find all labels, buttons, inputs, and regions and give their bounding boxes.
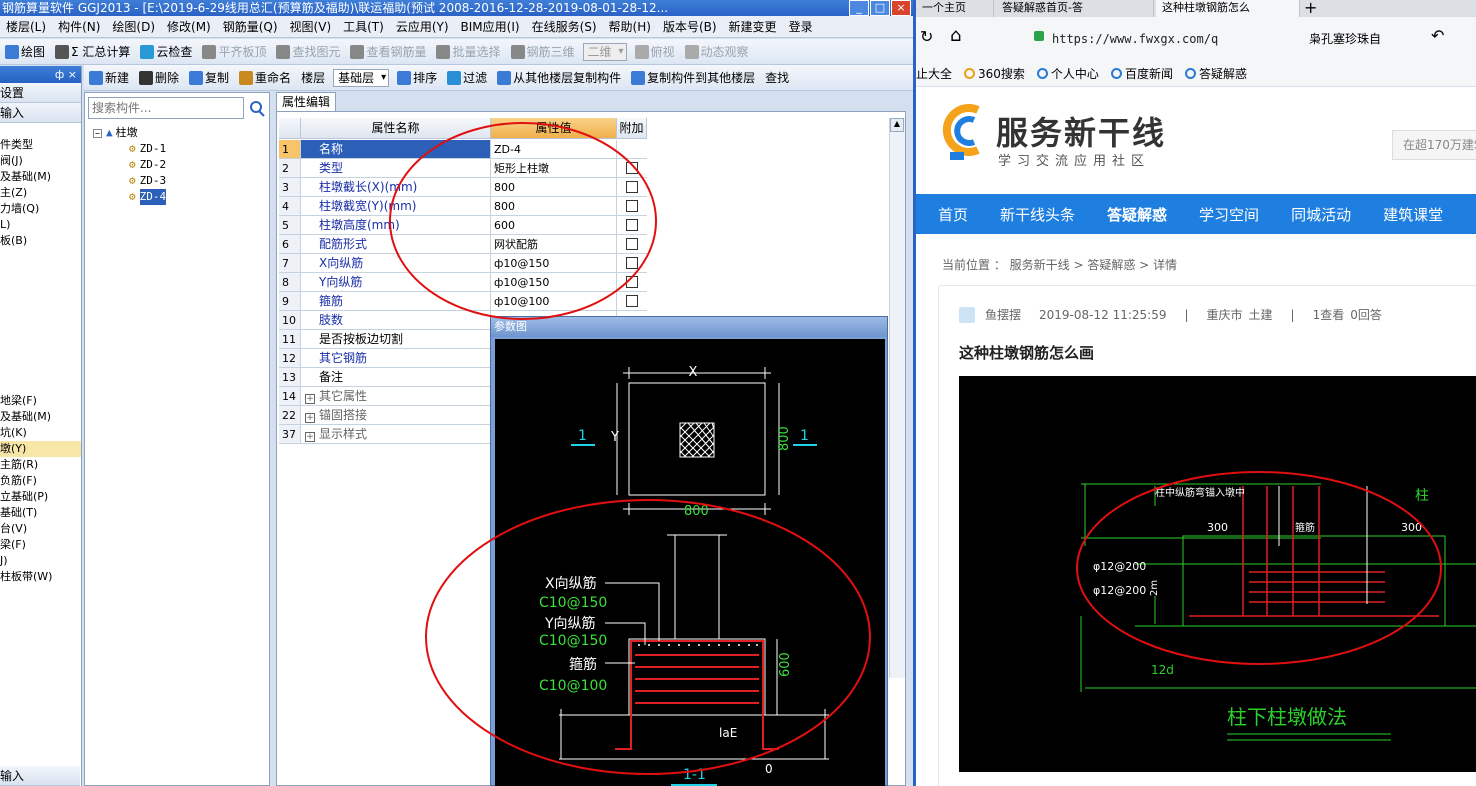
- bookmark-item[interactable]: 360搜索: [964, 65, 1025, 82]
- logo-subtitle: 学习交流应用社区: [998, 154, 1151, 169]
- site-nav: 首页 新干线头条 答疑解惑 学习空间 同城活动 建筑课堂: [916, 194, 1476, 234]
- tab-home[interactable]: 一个主页: [916, 0, 994, 17]
- address-bar: ↻ ⌂ https://www.fwxgx.com/q 枭孔塞珍珠自 ↶: [916, 17, 1476, 61]
- bookmark-label: 答疑解惑: [1198, 67, 1247, 81]
- lock-icon: [1034, 31, 1044, 41]
- cad-dim-300-left: 300: [1207, 521, 1228, 534]
- bookmark-icon: [1184, 68, 1196, 79]
- tab-qa-home[interactable]: 答疑解惑首页-答: [996, 0, 1154, 17]
- bookmark-icon: [1110, 68, 1122, 79]
- bookmark-item[interactable]: 答疑解惑: [1184, 65, 1247, 82]
- cad-12d-left: 12d: [1151, 663, 1174, 677]
- bookmark-label: 止大全: [916, 67, 953, 81]
- bookmarks-bar: 止大全 360搜索 个人中心 百度新闻 答疑解惑: [916, 61, 1476, 87]
- post-time: 2019-08-12 11:25:59: [1039, 307, 1167, 322]
- address-search-hint[interactable]: 枭孔塞珍珠自: [1309, 30, 1381, 47]
- nav-item[interactable]: 建筑课堂: [1383, 204, 1443, 225]
- bookmark-item[interactable]: 百度新闻: [1110, 65, 1173, 82]
- view-count: 1查看: [1312, 308, 1345, 322]
- question-title: 这种柱墩钢筋怎么画: [959, 344, 1095, 362]
- cad-mid-label: 箍筋: [1295, 521, 1315, 534]
- author-name[interactable]: 鱼摆摆: [985, 306, 1021, 323]
- question-card: 鱼摆摆 2019-08-12 11:25:59 | 重庆市 土建 | 1查看 0…: [938, 285, 1476, 786]
- question-meta: 鱼摆摆 2019-08-12 11:25:59 | 重庆市 土建 | 1查看 0…: [959, 306, 1382, 323]
- refresh-icon[interactable]: ↻: [920, 27, 933, 46]
- bookmark-label: 个人中心: [1050, 67, 1099, 81]
- nav-item[interactable]: 首页: [938, 204, 968, 225]
- annotation-overlay: [389, 122, 871, 775]
- cad-drawing: 柱中纵筋弯锚入墩中 柱 300 300 箍筋 φ12@200 φ12@200 2…: [959, 376, 1476, 772]
- tab-question[interactable]: 这种柱墩钢筋怎么: [1156, 0, 1300, 17]
- cad-column-label: 柱: [1415, 488, 1429, 504]
- avatar[interactable]: [959, 306, 975, 323]
- logo-icon: [942, 104, 980, 160]
- url-input[interactable]: https://www.fwxgx.com/q: [1052, 27, 1272, 51]
- cad-top-label: 柱中纵筋弯锚入墩中: [1155, 486, 1245, 499]
- cad-title: 柱下柱墩做法: [1227, 705, 1347, 729]
- browser-window: 一个主页 答疑解惑首页-答 这种柱墩钢筋怎么 + ↻ ⌂ https://www…: [913, 0, 1476, 786]
- bookmark-item[interactable]: 止大全: [916, 65, 952, 82]
- new-tab-icon[interactable]: +: [1304, 0, 1317, 17]
- home-icon[interactable]: ⌂: [950, 25, 961, 46]
- app-window: 钢筋算量软件 GGJ2013 - [E:\2019-6-29线用总汇(预算筋及福…: [0, 0, 913, 786]
- site-search-input[interactable]: 在超170万建筑: [1392, 130, 1476, 160]
- logo-title[interactable]: 服务新干线: [996, 108, 1166, 154]
- answer-count: 0回答: [1350, 308, 1382, 322]
- bookmark-label: 360搜索: [978, 67, 1025, 81]
- cad-rebar-1: φ12@200: [1093, 560, 1146, 573]
- bookmark-icon: [964, 68, 976, 79]
- cad-height-label: 2m: [1149, 580, 1160, 596]
- nav-item[interactable]: 答疑解惑: [1107, 204, 1167, 225]
- browser-tabs: 一个主页 答疑解惑首页-答 这种柱墩钢筋怎么 +: [916, 0, 1476, 17]
- nav-item[interactable]: 同城活动: [1291, 204, 1351, 225]
- site-header: 服务新干线 学习交流应用社区 在超170万建筑: [916, 88, 1476, 194]
- bookmark-item[interactable]: 个人中心: [1036, 65, 1099, 82]
- cad-rebar-2: φ12@200: [1093, 584, 1146, 597]
- nav-item[interactable]: 学习空间: [1199, 204, 1259, 225]
- undo-icon[interactable]: ↶: [1431, 26, 1444, 45]
- nav-item[interactable]: 新干线头条: [1000, 204, 1075, 225]
- breadcrumb: 当前位置 ： 服务新干线 > 答疑解惑 > 详情: [942, 258, 1177, 272]
- post-major: 土建: [1248, 308, 1273, 322]
- bookmark-icon: [1036, 68, 1048, 79]
- bookmark-label: 百度新闻: [1124, 67, 1173, 81]
- question-image[interactable]: 柱中纵筋弯锚入墩中 柱 300 300 箍筋 φ12@200 φ12@200 2…: [959, 376, 1476, 772]
- post-city: 重庆市: [1206, 308, 1243, 322]
